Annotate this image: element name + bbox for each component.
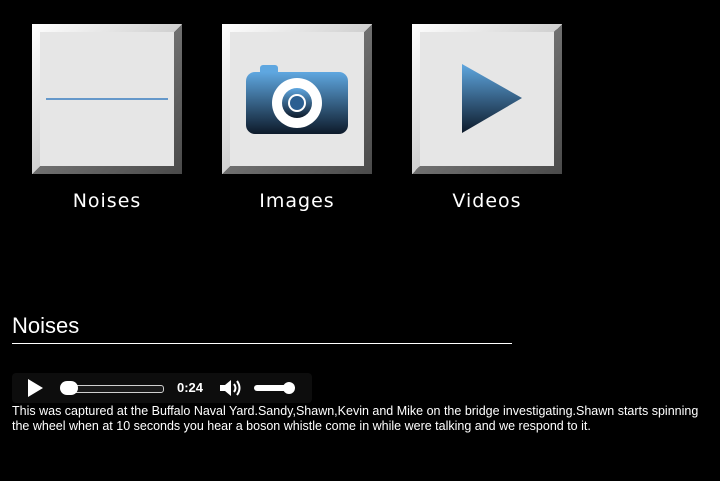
page: Noises Images Videos Noises 0:24 This wa… (0, 0, 720, 481)
tile-noises-label[interactable]: Noises (32, 190, 182, 212)
volume-icon[interactable] (218, 378, 244, 398)
time-display: 0:24 (177, 380, 204, 395)
audio-player: 0:24 (12, 373, 312, 403)
tile-videos[interactable]: Videos (412, 24, 562, 212)
camera-icon (246, 65, 348, 134)
tile-videos-frame[interactable] (412, 24, 562, 174)
tile-images-face[interactable] (230, 32, 364, 166)
section-divider (12, 343, 512, 344)
seek-thumb[interactable] (60, 381, 78, 395)
play-icon (462, 64, 522, 133)
volume-thumb[interactable] (282, 382, 295, 394)
tile-videos-label[interactable]: Videos (412, 190, 562, 212)
tile-images-frame[interactable] (222, 24, 372, 174)
tile-videos-face[interactable] (420, 32, 554, 166)
waveform-icon (46, 55, 168, 145)
tile-noises[interactable]: Noises (32, 24, 182, 212)
tile-images[interactable]: Images (222, 24, 372, 212)
section-title: Noises (12, 313, 80, 338)
tile-noises-frame[interactable] (32, 24, 182, 174)
play-button[interactable] (28, 379, 43, 397)
tile-noises-face[interactable] (40, 32, 174, 166)
tile-images-label[interactable]: Images (222, 190, 372, 212)
noise-description: This was captured at the Buffalo Naval Y… (12, 404, 699, 433)
